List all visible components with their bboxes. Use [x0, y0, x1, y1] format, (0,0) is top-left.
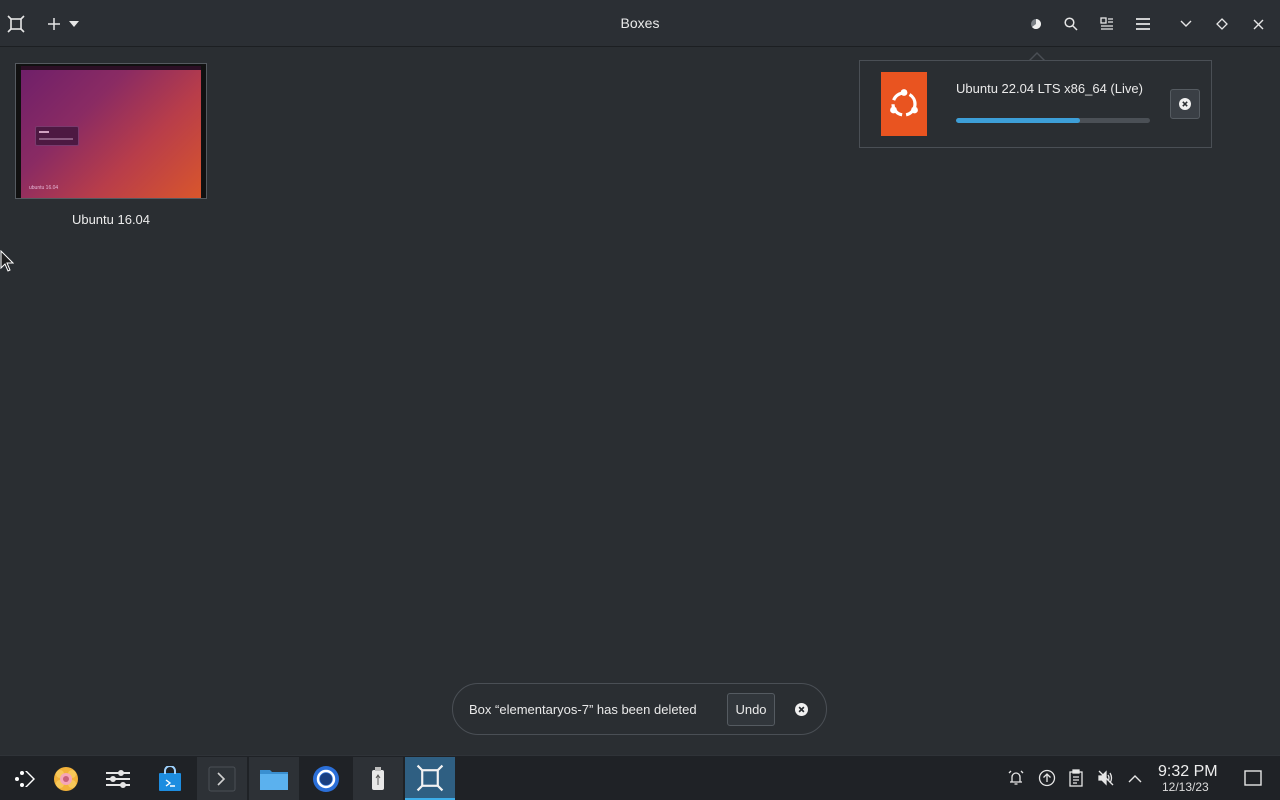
browser-icon[interactable]: [301, 757, 351, 800]
search-icon[interactable]: [1059, 12, 1083, 36]
header-bar: Boxes: [0, 0, 1280, 47]
chevron-up-icon[interactable]: [1125, 768, 1145, 788]
ubuntu-logo-icon: [881, 72, 927, 136]
clipboard-icon[interactable]: [1066, 768, 1086, 788]
hamburger-menu-icon[interactable]: [1131, 12, 1155, 36]
cancel-download-button[interactable]: [1170, 89, 1200, 119]
boxes-icon[interactable]: [4, 12, 28, 36]
folder-icon[interactable]: [249, 757, 299, 800]
clock-time[interactable]: 9:32 PM: [1158, 763, 1218, 781]
deleted-notification-toast: Box “elementaryos-7” has been deleted Un…: [452, 683, 827, 735]
view-mode-icon[interactable]: [1095, 12, 1119, 36]
toast-message: Box “elementaryos-7” has been deleted: [469, 702, 697, 717]
terminal-icon[interactable]: [197, 757, 247, 800]
download-title: Ubuntu 22.04 LTS x86_64 (Live): [956, 81, 1143, 96]
box-name[interactable]: Ubuntu 16.04: [15, 212, 207, 227]
mouse-cursor-icon: [0, 249, 15, 277]
close-icon[interactable]: [1246, 12, 1270, 36]
caret-down-icon[interactable]: [63, 12, 85, 36]
download-progress-icon[interactable]: [1024, 12, 1048, 36]
cancel-circle-icon: [1179, 98, 1191, 110]
settings-sliders-icon[interactable]: [93, 757, 143, 800]
show-desktop-icon[interactable]: [1243, 768, 1263, 788]
usb-icon[interactable]: [353, 757, 403, 800]
box-tile[interactable]: ubuntu 16.04 Ubuntu 16.04: [15, 63, 207, 227]
box-screen-preview: ubuntu 16.04: [21, 66, 201, 198]
update-arrow-icon[interactable]: [1037, 768, 1057, 788]
store-bag-icon[interactable]: [145, 757, 195, 800]
clock-date[interactable]: 12/13/23: [1162, 780, 1209, 794]
undo-button[interactable]: Undo: [727, 693, 775, 726]
close-circle-icon[interactable]: [791, 699, 811, 719]
downloads-popover: Ubuntu 22.04 LTS x86_64 (Live): [859, 60, 1212, 148]
alarm-bell-icon[interactable]: [1006, 768, 1026, 788]
minimize-chevron-icon[interactable]: [1174, 12, 1198, 36]
vm-top-panel: [21, 66, 201, 70]
window-title: Boxes: [620, 15, 660, 31]
vm-brand-text: ubuntu 16.04: [29, 185, 59, 191]
download-progress-bar: [956, 118, 1150, 123]
box-thumbnail[interactable]: ubuntu 16.04: [15, 63, 207, 199]
taskbar: [0, 755, 1280, 800]
volume-muted-icon[interactable]: [1096, 768, 1116, 788]
vm-login-box: [35, 126, 79, 146]
download-progress-fill: [956, 118, 1081, 123]
maximize-diamond-icon[interactable]: [1210, 12, 1234, 36]
boxes-icon[interactable]: [405, 757, 455, 800]
flower-avatar-icon[interactable]: [41, 757, 91, 800]
